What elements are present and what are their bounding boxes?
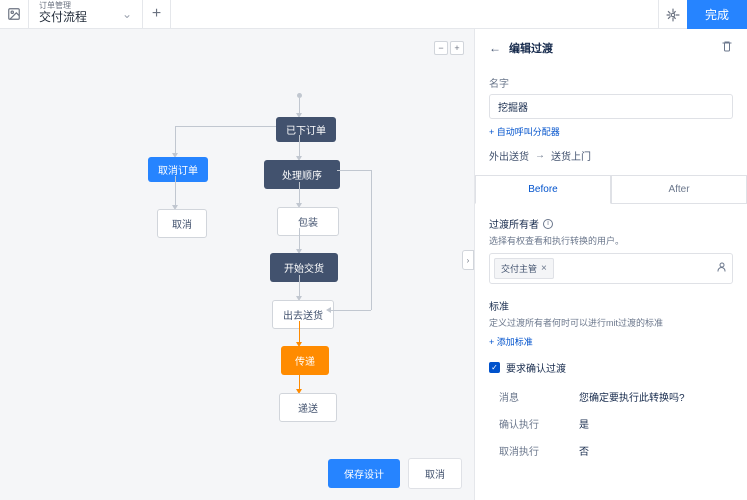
connector bbox=[337, 170, 371, 171]
zoom-out-button[interactable]: − bbox=[434, 41, 448, 55]
top-bar: 订单管理 交付流程 ⌄ + 完成 bbox=[0, 0, 747, 29]
require-confirm-label: 要求确认过渡 bbox=[506, 360, 566, 375]
node-cancel[interactable]: 取消 bbox=[157, 209, 207, 238]
info-icon[interactable]: i bbox=[543, 219, 553, 229]
node-cancel-order[interactable]: 取消订单 bbox=[148, 157, 208, 182]
project-selector[interactable]: 订单管理 交付流程 ⌄ bbox=[29, 2, 142, 26]
connector bbox=[175, 126, 276, 127]
criteria-title: 标准 bbox=[489, 298, 733, 313]
side-panel: ← 编辑过渡 名字 + 自动呼叫分配器 外出送货 → 送货上门 Before A… bbox=[474, 29, 747, 500]
from-state: 外出送货 bbox=[489, 148, 529, 163]
top-left: 订单管理 交付流程 ⌄ + bbox=[0, 0, 171, 28]
arrow-right-icon: → bbox=[535, 150, 545, 161]
kv-val: 否 bbox=[579, 443, 723, 458]
delete-button[interactable] bbox=[721, 39, 733, 57]
connector bbox=[299, 98, 300, 114]
name-label: 名字 bbox=[489, 75, 733, 90]
node-start-deliver[interactable]: 开始交货 bbox=[270, 253, 338, 282]
logo-icon[interactable] bbox=[0, 0, 29, 29]
collapse-panel-button[interactable]: › bbox=[462, 250, 474, 270]
kv-val: 您确定要执行此转换吗? bbox=[579, 389, 723, 404]
node-placed[interactable]: 已下订单 bbox=[276, 117, 336, 142]
checkbox-checked-icon[interactable]: ✓ bbox=[489, 362, 500, 373]
transition-flow: 外出送货 → 送货上门 bbox=[489, 148, 733, 163]
connector bbox=[299, 275, 300, 297]
zoom-in-button[interactable]: + bbox=[450, 41, 464, 55]
settings-button[interactable] bbox=[658, 0, 687, 29]
kv-key: 取消执行 bbox=[499, 443, 579, 458]
owner-chip: 交付主管 × bbox=[494, 258, 554, 279]
owner-input[interactable]: 交付主管 × bbox=[489, 253, 733, 284]
arrow-icon bbox=[326, 307, 331, 313]
connector bbox=[371, 170, 372, 310]
connector bbox=[175, 126, 176, 154]
owner-title: 过渡所有者 i bbox=[489, 216, 733, 231]
connector bbox=[299, 182, 300, 204]
tabs: Before After bbox=[475, 175, 747, 204]
require-confirm-row[interactable]: ✓ 要求确认过渡 bbox=[489, 360, 733, 375]
connector bbox=[299, 368, 300, 390]
kv-key: 确认执行 bbox=[499, 416, 579, 431]
project-subtitle: 订单管理 bbox=[39, 2, 87, 10]
kv-key: 消息 bbox=[499, 389, 579, 404]
add-button[interactable]: + bbox=[142, 0, 171, 29]
chevron-down-icon: ⌄ bbox=[122, 7, 132, 21]
remove-chip-icon[interactable]: × bbox=[541, 263, 547, 274]
connector bbox=[175, 176, 176, 206]
user-icon[interactable] bbox=[716, 260, 728, 278]
node-out-deliver[interactable]: 出去送货 bbox=[272, 300, 334, 329]
node-delivered[interactable]: 递送 bbox=[279, 393, 337, 422]
back-icon[interactable]: ← bbox=[489, 41, 501, 55]
done-button[interactable]: 完成 bbox=[687, 0, 747, 29]
add-criteria-link[interactable]: + 添加标准 bbox=[489, 335, 533, 348]
name-input[interactable] bbox=[489, 94, 733, 119]
node-pack[interactable]: 包装 bbox=[277, 207, 339, 236]
connector bbox=[330, 310, 371, 311]
panel-title: 编辑过渡 bbox=[509, 40, 553, 56]
cancel-button[interactable]: 取消 bbox=[408, 458, 462, 489]
connector bbox=[299, 135, 300, 157]
connector bbox=[299, 321, 300, 343]
auto-call-link[interactable]: + 自动呼叫分配器 bbox=[489, 125, 560, 138]
project-title: 交付流程 bbox=[39, 10, 87, 26]
tab-before[interactable]: Before bbox=[475, 175, 611, 204]
owner-desc: 选择有权查看和执行转换的用户。 bbox=[489, 234, 733, 247]
kv-val: 是 bbox=[579, 416, 723, 431]
workflow-canvas[interactable]: − + 已下订单 处理顺序 包装 开始交货 出去送货 传递 递送 取消订单 取消 bbox=[0, 29, 474, 447]
node-transfer[interactable]: 传递 bbox=[281, 346, 329, 375]
save-button[interactable]: 保存设计 bbox=[328, 459, 400, 488]
footer: 保存设计 取消 bbox=[0, 447, 474, 500]
confirm-details: 消息您确定要执行此转换吗? 确认执行是 取消执行否 bbox=[489, 383, 733, 464]
to-state: 送货上门 bbox=[551, 148, 591, 163]
criteria-desc: 定义过渡所有者何时可以进行mit过渡的标准 bbox=[489, 316, 733, 329]
node-process[interactable]: 处理顺序 bbox=[264, 160, 340, 189]
tab-after[interactable]: After bbox=[611, 175, 747, 203]
connector bbox=[299, 228, 300, 250]
